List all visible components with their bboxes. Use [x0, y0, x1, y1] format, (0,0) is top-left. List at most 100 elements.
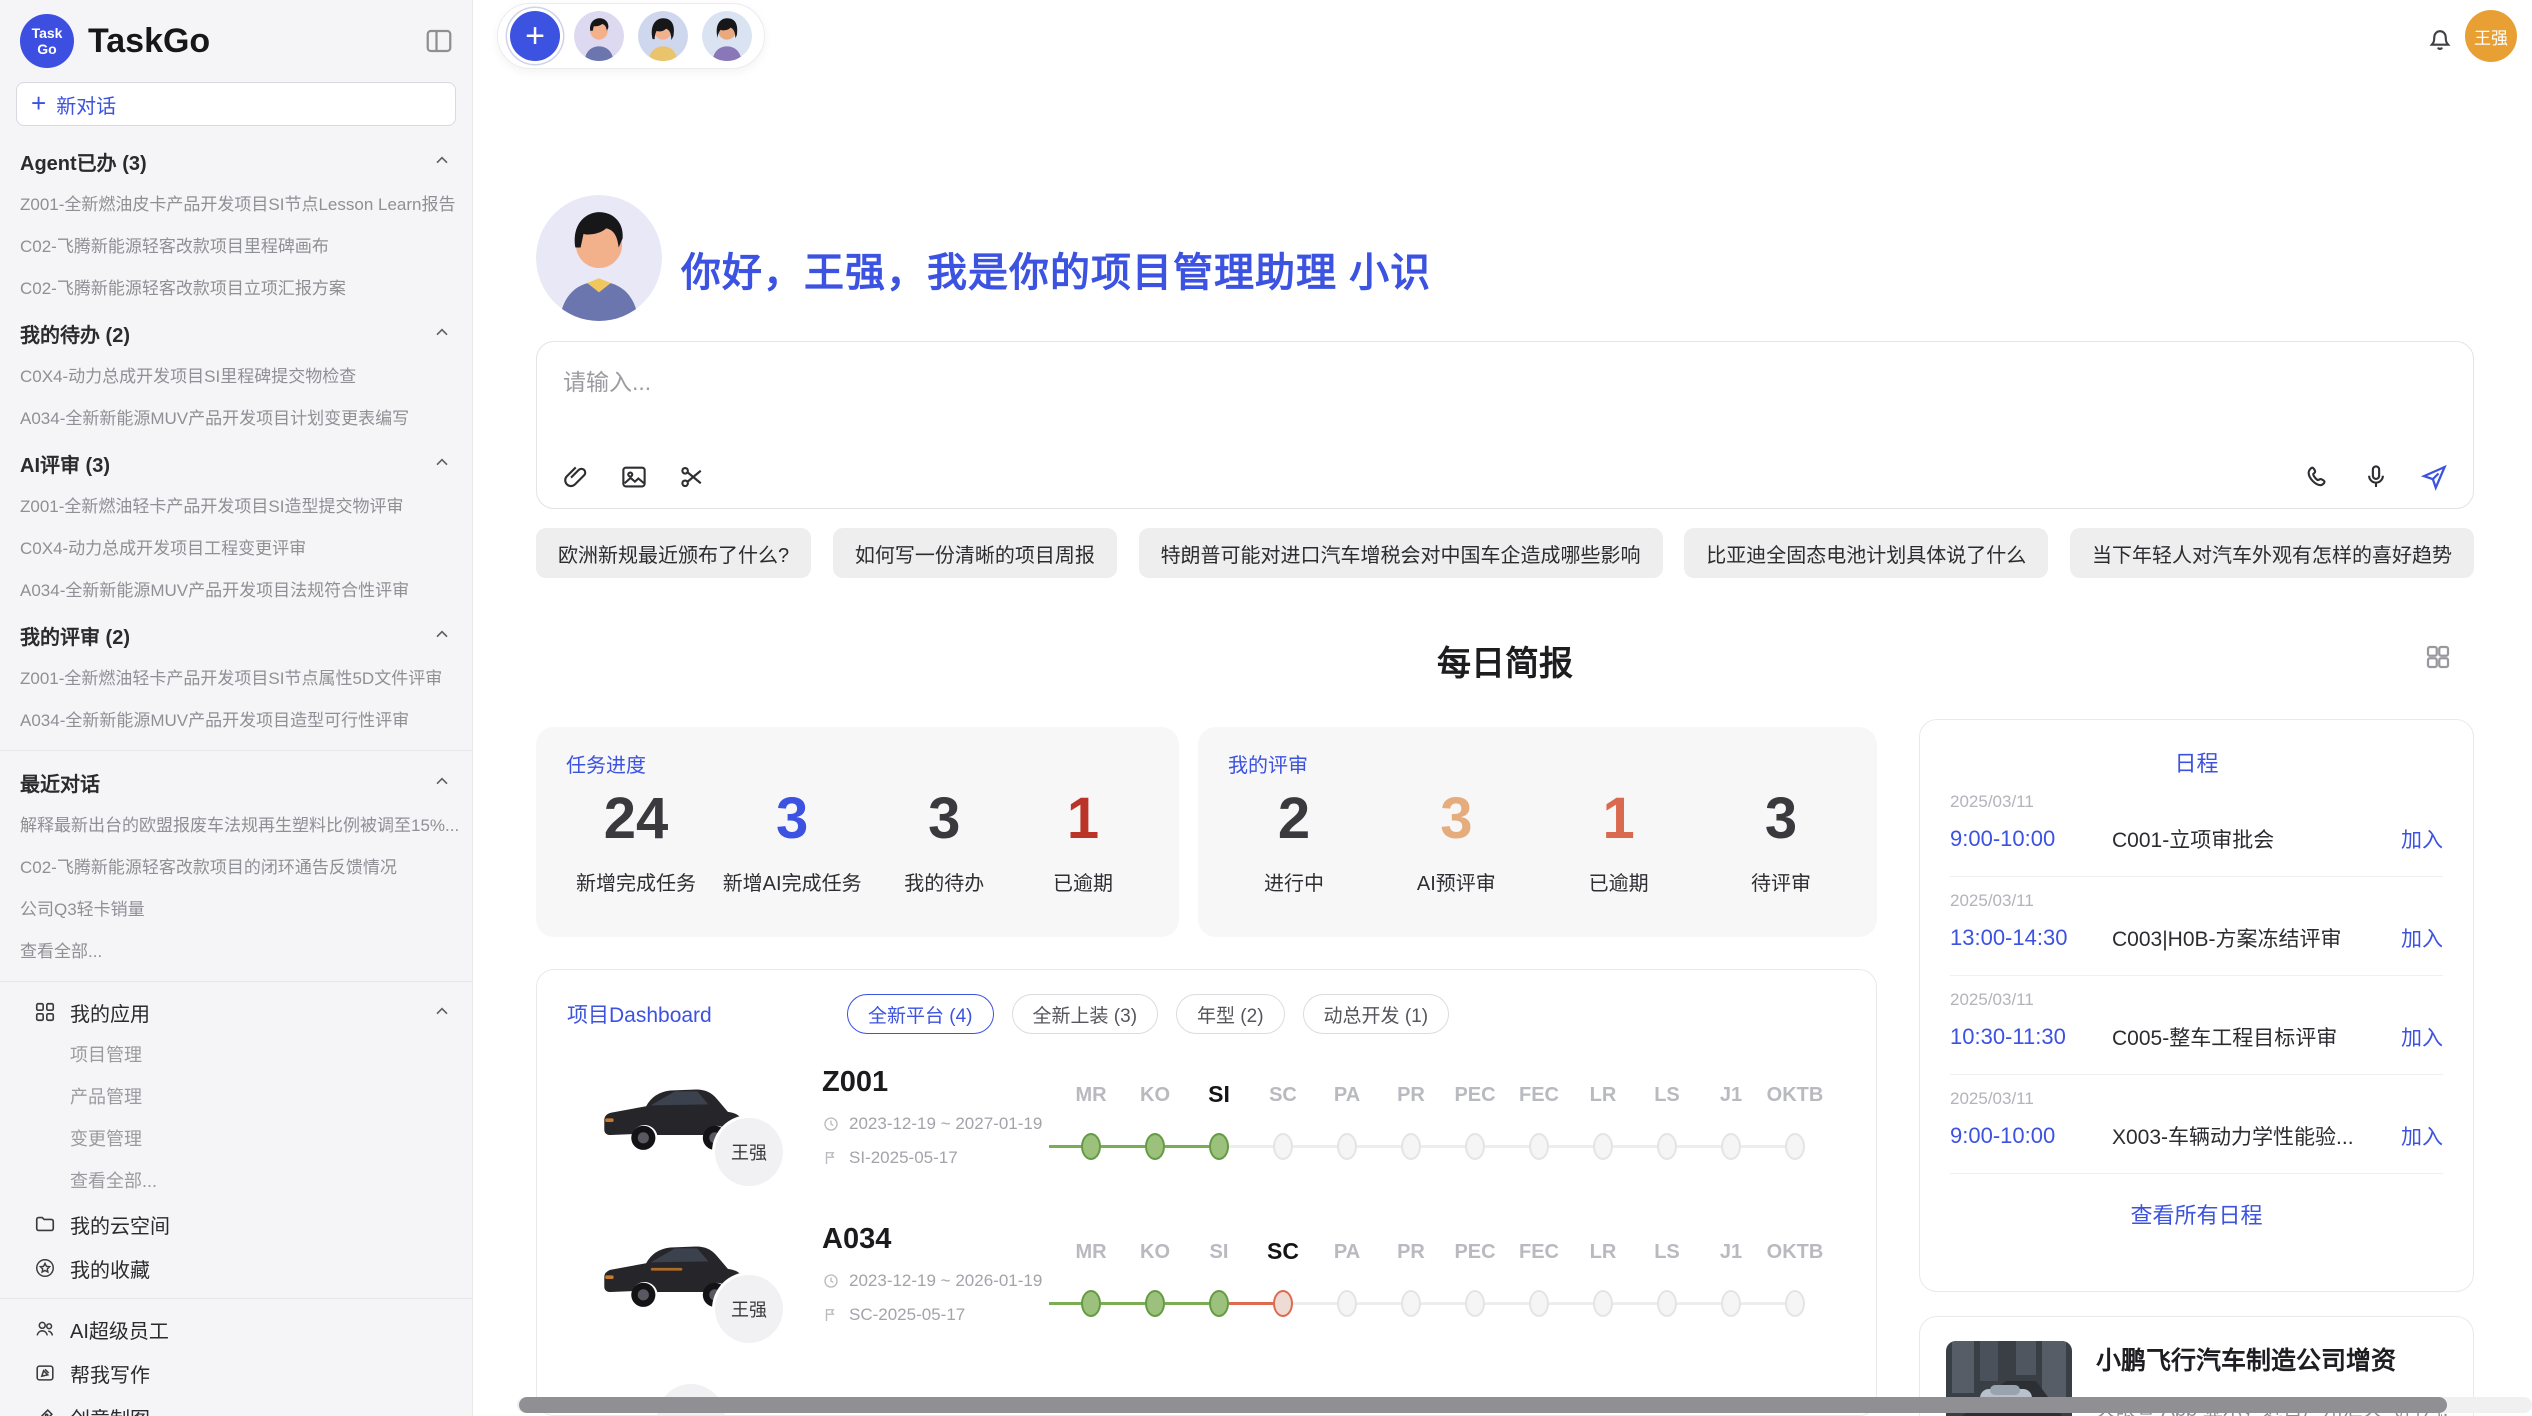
chat-input[interactable]	[563, 358, 2063, 406]
tab-all-new-platform[interactable]: 全新平台 (4)	[847, 994, 994, 1034]
milestone-station: LS	[1635, 1233, 1699, 1337]
sidebar-task-item[interactable]: Z001-全新燃油轻卡产品开发项目SI节点属性5D文件评审	[20, 658, 458, 700]
project-dates: 2023-12-19 ~ 2027-01-19	[822, 1114, 1042, 1134]
sidebar-task-item[interactable]: C02-飞腾新能源轻客改款项目里程碑画布	[20, 226, 458, 268]
join-button[interactable]: 加入	[2401, 1121, 2443, 1151]
clock-icon	[822, 1115, 840, 1133]
milestone-station: FEC	[1507, 1076, 1571, 1180]
image-icon[interactable]	[619, 462, 649, 492]
logo-text-bottom: Go	[37, 41, 56, 57]
milestone-label: FEC	[1507, 1084, 1571, 1107]
agent-avatar-1[interactable]	[574, 11, 624, 61]
my-apps-label: 我的应用	[70, 998, 150, 1027]
recent-chat-item[interactable]: 公司Q3轻卡销量	[20, 889, 458, 931]
milestone-label: LS	[1635, 1241, 1699, 1264]
section-agent-done[interactable]: Agent已办 (3)	[20, 138, 458, 184]
stat-label: 进行中	[1238, 867, 1350, 896]
chevron-up-icon[interactable]	[432, 1002, 452, 1022]
new-chat-label: 新对话	[56, 90, 116, 119]
recent-chat-item[interactable]: C02-飞腾新能源轻客改款项目的闭环通告反馈情况	[20, 847, 458, 889]
milestone-connector	[1677, 1145, 1721, 1148]
attachment-icon[interactable]	[561, 462, 591, 492]
horizontal-scrollbar-thumb[interactable]	[519, 1397, 2447, 1413]
section-recent-chats[interactable]: 最近对话	[20, 759, 458, 805]
section-my-review[interactable]: 我的评审 (2)	[20, 612, 458, 658]
app-sub-item[interactable]: 产品管理	[20, 1076, 458, 1118]
stat-label: 待评审	[1725, 867, 1837, 896]
flag-text: SI-2025-05-17	[849, 1148, 958, 1168]
sidebar-item-help-write[interactable]: 帮我写作	[20, 1351, 458, 1395]
sidebar-item-my-apps[interactable]: 我的应用	[20, 990, 458, 1034]
composer-left-tools	[561, 462, 707, 492]
chevron-up-icon[interactable]	[432, 453, 452, 473]
sidebar-body: Agent已办 (3) Z001-全新燃油皮卡产品开发项目SI节点Lesson …	[0, 126, 472, 1416]
composer-right-tools	[2303, 462, 2449, 492]
milestone-connector	[1549, 1145, 1593, 1148]
sidebar-task-item[interactable]: C02-飞腾新能源轻客改款项目立项汇报方案	[20, 268, 458, 310]
stat-value: 3	[888, 786, 1000, 853]
sidebar-task-item[interactable]: A034-全新新能源MUV产品开发项目造型可行性评审	[20, 700, 458, 742]
recent-chats-list: 解释最新出台的欧盟报废车法规再生塑料比例被调至15%...C02-飞腾新能源轻客…	[20, 805, 458, 973]
microphone-icon[interactable]	[2361, 462, 2391, 492]
tab-all-new-body[interactable]: 全新上装 (3)	[1012, 994, 1159, 1034]
recent-chat-item[interactable]: 解释最新出台的欧盟报废车法规再生塑料比例被调至15%...	[20, 805, 458, 847]
chevron-up-icon[interactable]	[432, 625, 452, 645]
notification-bell-icon[interactable]	[2425, 24, 2455, 54]
layout-grid-icon[interactable]	[2423, 642, 2453, 672]
suggestion-chip[interactable]: 当下年轻人对汽车外观有怎样的喜好趋势	[2070, 528, 2474, 578]
chevron-up-icon[interactable]	[432, 151, 452, 171]
sidebar-item-cloud-space[interactable]: 我的云空间	[20, 1202, 458, 1246]
milestone-dot	[1465, 1133, 1485, 1160]
app-sub-item[interactable]: 项目管理	[20, 1034, 458, 1076]
sidebar-task-item[interactable]: A034-全新新能源MUV产品开发项目法规符合性评审	[20, 570, 458, 612]
horizontal-scrollbar-track[interactable]	[517, 1397, 2532, 1413]
project-row-z001[interactable]: 王强 Z001 2023-12-19 ~ 2027-01-19 SI-2025-…	[537, 1048, 1876, 1205]
date-range: 2023-12-19 ~ 2027-01-19	[849, 1114, 1042, 1134]
date-range: 2023-12-19 ~ 2026-01-19	[849, 1271, 1042, 1291]
add-agent-button[interactable]: +	[510, 11, 560, 61]
suggestion-chip[interactable]: 特朗普可能对进口汽车增税会对中国车企造成哪些影响	[1139, 528, 1663, 578]
scissors-icon[interactable]	[677, 462, 707, 492]
suggestion-chip[interactable]: 如何写一份清晰的项目周报	[833, 528, 1117, 578]
suggestion-chip[interactable]: 比亚迪全固态电池计划具体说了什么	[1684, 528, 2048, 578]
milestone-label: KO	[1123, 1241, 1187, 1264]
sidebar-task-item[interactable]: C0X4-动力总成开发项目工程变更评审	[20, 528, 458, 570]
milestone-station: SC	[1251, 1233, 1315, 1337]
section-my-todo[interactable]: 我的待办 (2)	[20, 310, 458, 356]
send-icon[interactable]	[2419, 462, 2449, 492]
sidebar-task-item[interactable]: A034-全新新能源MUV产品开发项目计划变更表编写	[20, 398, 458, 440]
agent-avatar-2[interactable]	[638, 11, 688, 61]
recent-chat-item[interactable]: 查看全部...	[20, 931, 458, 973]
sidebar-item-creative-draw[interactable]: 创意制图	[20, 1395, 458, 1416]
stat-item: 2 进行中	[1238, 786, 1350, 896]
user-avatar[interactable]: 王强	[2465, 10, 2517, 62]
app-sub-item[interactable]: 查看全部...	[20, 1160, 458, 1202]
tab-year-model[interactable]: 年型 (2)	[1176, 994, 1285, 1034]
sidebar-task-item[interactable]: C0X4-动力总成开发项目SI里程碑提交物检查	[20, 356, 458, 398]
milestone-timeline: MR KO SI SC	[1059, 1233, 1827, 1337]
sidebar-item-favorites[interactable]: 我的收藏	[20, 1246, 458, 1290]
phone-icon[interactable]	[2303, 462, 2333, 492]
event-time: 9:00-10:00	[1950, 1123, 2100, 1149]
app-sub-item[interactable]: 变更管理	[20, 1118, 458, 1160]
chevron-up-icon[interactable]	[432, 323, 452, 343]
project-row-a034[interactable]: 王强 A034 2023-12-19 ~ 2026-01-19 SC-2025-…	[537, 1205, 1876, 1362]
join-button[interactable]: 加入	[2401, 1022, 2443, 1052]
agent-avatar-3[interactable]	[702, 11, 752, 61]
sidebar-task-item[interactable]: Z001-全新燃油皮卡产品开发项目SI节点Lesson Learn报告	[20, 184, 458, 226]
suggestion-chip[interactable]: 欧洲新规最近颁布了什么?	[536, 528, 811, 578]
tab-powertrain-dev[interactable]: 动总开发 (1)	[1303, 994, 1450, 1034]
join-button[interactable]: 加入	[2401, 923, 2443, 953]
sidebar-item-ai-super-staff[interactable]: AI超级员工	[20, 1307, 458, 1351]
milestone-station: MR	[1059, 1233, 1123, 1337]
milestone-station: FEC	[1507, 1233, 1571, 1337]
sidebar-task-item[interactable]: Z001-全新燃油轻卡产品开发项目SI造型提交物评审	[20, 486, 458, 528]
join-button[interactable]: 加入	[2401, 824, 2443, 854]
section-ai-review[interactable]: AI评审 (3)	[20, 440, 458, 486]
sidebar-collapse-icon[interactable]	[424, 26, 454, 56]
milestone-label: PA	[1315, 1084, 1379, 1107]
view-all-schedule-link[interactable]: 查看所有日程	[1950, 1198, 2443, 1230]
milestone-connector	[1421, 1302, 1465, 1305]
chevron-up-icon[interactable]	[432, 772, 452, 792]
new-chat-button[interactable]: + 新对话	[16, 82, 456, 126]
